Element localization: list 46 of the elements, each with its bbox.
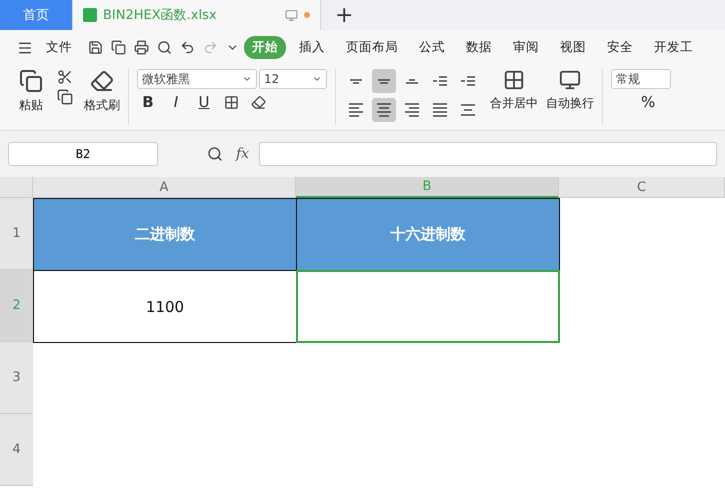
- underline-button[interactable]: U: [193, 93, 215, 111]
- menu-tab[interactable]: 插入: [291, 36, 333, 59]
- align-middle-icon: [378, 78, 390, 84]
- column-header[interactable]: C: [559, 177, 725, 198]
- align-button[interactable]: [372, 98, 396, 122]
- align-distribute-icon: [461, 104, 475, 116]
- row-header[interactable]: 1: [0, 198, 33, 270]
- align-center-icon: [377, 103, 391, 117]
- spreadsheet-icon: [83, 8, 97, 22]
- column-header[interactable]: A: [33, 177, 296, 198]
- row-header[interactable]: 4: [0, 414, 33, 486]
- italic-button[interactable]: I: [165, 93, 187, 111]
- monitor-icon: [285, 8, 298, 22]
- bold-button[interactable]: B: [137, 93, 159, 111]
- align-justify-icon: [433, 103, 447, 117]
- name-box[interactable]: B2: [8, 142, 158, 166]
- align-indent-icon: [461, 76, 475, 86]
- align-top-icon: [350, 78, 362, 84]
- menu-tab[interactable]: 公式: [411, 36, 453, 59]
- menu-tab[interactable]: 视图: [552, 36, 594, 59]
- formula-field[interactable]: [259, 142, 717, 166]
- wrap-button[interactable]: 自动换行: [546, 95, 594, 112]
- menu-tab[interactable]: 数据: [458, 36, 500, 59]
- format-painter-button[interactable]: 格式刷: [84, 97, 120, 114]
- active-cell[interactable]: [296, 270, 560, 343]
- percent-button[interactable]: %: [611, 93, 656, 111]
- menu-tab[interactable]: 审阅: [505, 36, 547, 59]
- font-select[interactable]: 微软雅黑: [137, 69, 257, 89]
- function-label[interactable]: fx: [236, 146, 250, 162]
- menu-tab[interactable]: 安全: [599, 36, 641, 59]
- file-menu[interactable]: 文件: [38, 36, 80, 59]
- row-header[interactable]: 3: [0, 342, 33, 414]
- merge-button[interactable]: 合并居中: [490, 95, 538, 112]
- new-tab-button[interactable]: +: [321, 2, 368, 28]
- table-cell[interactable]: 1100: [33, 270, 297, 343]
- align-outdent-icon: [433, 76, 447, 86]
- menu-tab[interactable]: 开发工: [646, 36, 701, 59]
- align-button[interactable]: [372, 69, 396, 93]
- align-right-icon: [405, 103, 419, 117]
- home-tab[interactable]: 首页: [0, 0, 72, 30]
- menu-tab[interactable]: 页面布局: [338, 36, 406, 59]
- align-left-icon: [349, 103, 363, 117]
- align-bottom-icon: [406, 78, 418, 84]
- paste-button[interactable]: 粘贴: [19, 97, 43, 114]
- font-size-select[interactable]: 12: [259, 69, 327, 89]
- number-format-select[interactable]: 常规: [611, 69, 671, 89]
